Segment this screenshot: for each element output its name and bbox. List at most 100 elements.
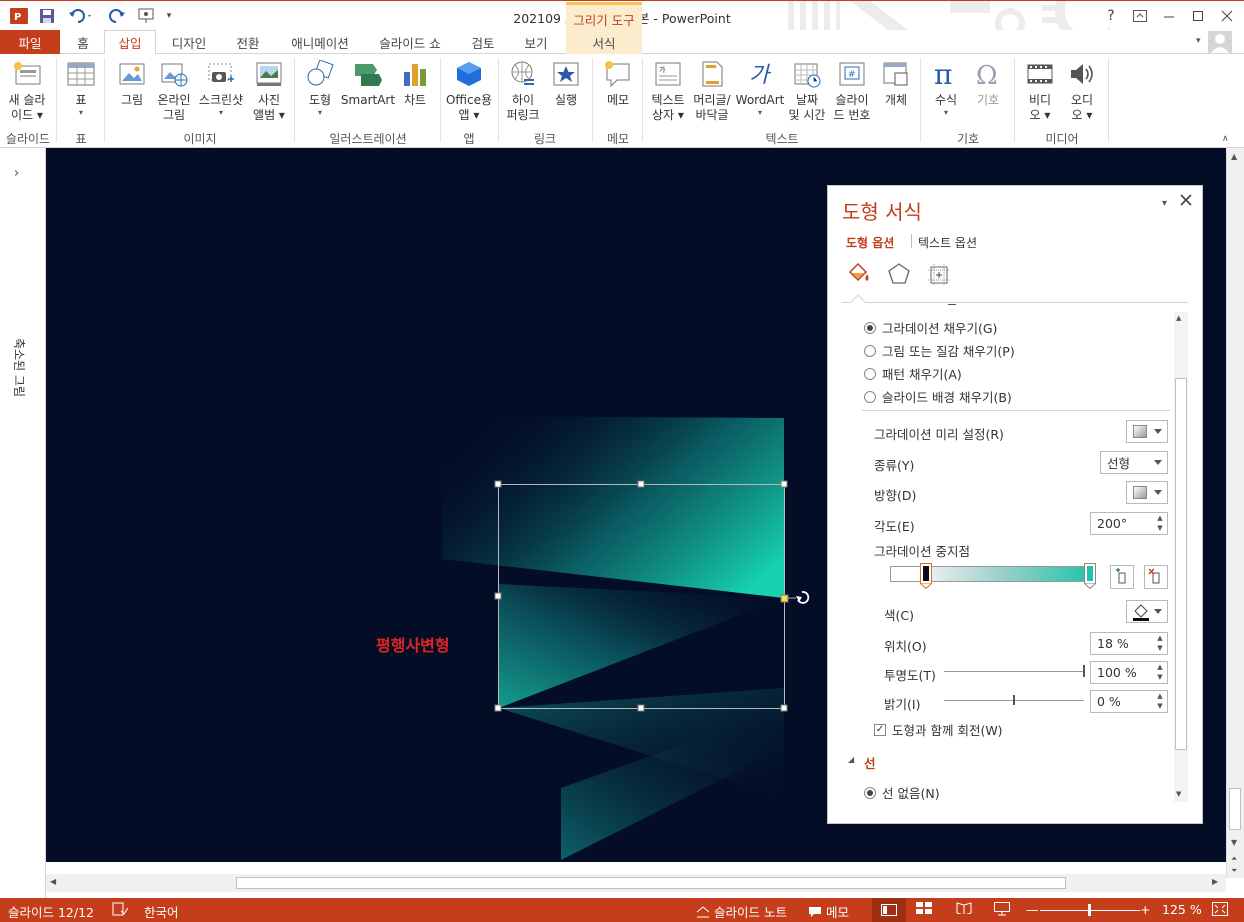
textbox-button[interactable]: 가 텍스트 상자 ▾	[646, 58, 690, 123]
video-button[interactable]: 비디 오 ▾	[1020, 58, 1060, 123]
collapse-ribbon-icon[interactable]: ∧	[1222, 134, 1229, 144]
wordart-button[interactable]: 가 WordArt ▾	[736, 58, 785, 117]
date-time-button[interactable]: 날짜 및 시간	[784, 58, 830, 123]
gradient-direction-dropdown[interactable]	[1126, 481, 1168, 504]
scroll-down-icon[interactable]: ▼	[1231, 838, 1237, 847]
ribbon-segment-top[interactable]	[442, 416, 784, 598]
chart-button[interactable]: 차트	[396, 58, 434, 108]
radio-no-line[interactable]: 선 없음(N)	[864, 783, 940, 802]
spin-up-icon[interactable]: ▲	[1156, 692, 1164, 701]
ribbon-display-options-icon[interactable]	[1127, 5, 1153, 27]
zoom-level[interactable]: 125 %	[1162, 902, 1202, 917]
section-collapse-icon[interactable]: ◢	[848, 755, 854, 764]
remove-gradient-stop-button[interactable]	[1144, 565, 1168, 589]
gradient-angle-spinner[interactable]: 200° ▲ ▼	[1090, 512, 1168, 535]
office-apps-button[interactable]: Office용 앱 ▾	[444, 58, 494, 123]
radio-slide-background-fill[interactable]: 슬라이드 배경 채우기(B)	[864, 387, 1012, 406]
customize-qat-icon[interactable]: ▾	[162, 6, 176, 26]
radio-gradient-fill[interactable]: 그라데이션 채우기(G)	[864, 318, 997, 337]
vertical-scrollbar[interactable]: ▲ ▼ ⏶ ⏷	[1226, 148, 1244, 878]
pane-scroll-down-icon[interactable]: ▼	[1176, 790, 1181, 798]
scroll-right-icon[interactable]: ▶	[1212, 877, 1218, 886]
pane-options-dropdown-icon[interactable]: ▾	[1162, 198, 1167, 209]
photo-album-button[interactable]: 사진 앨범 ▾	[248, 58, 290, 123]
radio-button[interactable]	[864, 321, 876, 334]
redo-icon[interactable]	[106, 6, 128, 26]
shapes-button[interactable]: 도형 ▾	[300, 58, 340, 117]
comments-toggle[interactable]: 메모	[808, 902, 849, 921]
spelling-check-icon[interactable]	[112, 902, 128, 916]
radio-button[interactable]	[864, 344, 876, 357]
comment-button[interactable]: 메모	[598, 58, 638, 108]
scroll-left-icon[interactable]: ◀	[50, 877, 56, 886]
screenshot-button[interactable]: 스크린샷 ▾	[196, 58, 246, 117]
transparency-slider-thumb[interactable]	[1083, 665, 1085, 677]
spin-down-icon[interactable]: ▼	[1156, 524, 1164, 533]
line-section-header[interactable]: 선	[864, 753, 876, 772]
transparency-slider[interactable]	[944, 671, 1084, 672]
tab-animations[interactable]: 애니메이션	[280, 30, 360, 54]
stop-position-spinner[interactable]: 18 % ▲ ▼	[1090, 632, 1168, 655]
symbol-button[interactable]: Ω 기호	[968, 58, 1008, 108]
transparency-spinner[interactable]: 100 % ▲ ▼	[1090, 661, 1168, 684]
scroll-up-icon[interactable]: ▲	[1231, 152, 1237, 161]
thumbnail-pane-collapsed[interactable]: › 축소된 그림	[0, 148, 46, 898]
normal-view-button[interactable]	[872, 898, 906, 922]
size-properties-icon[interactable]	[926, 262, 952, 286]
gradient-stop-end[interactable]	[1084, 563, 1096, 590]
header-footer-button[interactable]: 머리글/ 바닥글	[690, 58, 734, 123]
smartart-button[interactable]: SmartArt	[340, 58, 396, 108]
spin-up-icon[interactable]: ▲	[1156, 634, 1164, 643]
maximize-icon[interactable]	[1185, 5, 1211, 27]
radio-button[interactable]	[864, 367, 876, 380]
spin-up-icon[interactable]: ▲	[1156, 514, 1164, 523]
tab-slideshow[interactable]: 슬라이드 쇼	[366, 30, 454, 54]
save-icon[interactable]	[36, 6, 58, 26]
radio-pattern-fill[interactable]: 패턴 채우기(A)	[864, 364, 962, 383]
effects-pentagon-icon[interactable]	[886, 262, 912, 286]
close-pane-icon[interactable]	[1180, 194, 1192, 209]
tab-review[interactable]: 검토	[460, 30, 506, 54]
new-slide-button[interactable]: 새 슬라 이드 ▾	[4, 58, 50, 123]
pane-scrollbar[interactable]: ▲ ▼	[1174, 312, 1188, 802]
action-button[interactable]: 실행	[546, 58, 586, 108]
spin-up-icon[interactable]: ▲	[1156, 663, 1164, 672]
zoom-in-button[interactable]: +	[1140, 902, 1150, 917]
brightness-slider-thumb[interactable]	[1013, 695, 1015, 705]
tab-design[interactable]: 디자인	[162, 30, 216, 54]
brightness-spinner[interactable]: 0 % ▲ ▼	[1090, 690, 1168, 713]
zoom-slider-thumb[interactable]	[1088, 904, 1091, 916]
ribbon-segment-middle[interactable]	[499, 584, 784, 708]
table-button[interactable]: 표 ▾	[62, 58, 100, 117]
gradient-stop-selected[interactable]	[920, 563, 932, 590]
reading-view-button[interactable]	[956, 902, 972, 914]
tab-format[interactable]: 서식	[566, 30, 642, 54]
gradient-type-dropdown[interactable]: 선형	[1100, 451, 1168, 474]
tab-insert[interactable]: 삽입	[104, 30, 156, 55]
undo-icon[interactable]	[66, 6, 96, 26]
hyperlink-button[interactable]: 하이 퍼링크	[502, 58, 544, 123]
tab-transitions[interactable]: 전환	[224, 30, 272, 54]
zoom-out-button[interactable]: —	[1026, 902, 1039, 917]
radio-button[interactable]	[864, 786, 876, 799]
equation-button[interactable]: π 수식 ▾	[926, 58, 966, 117]
pane-scroll-thumb[interactable]	[1175, 378, 1187, 750]
fit-slide-button[interactable]	[1212, 902, 1228, 916]
slide-sorter-view-button[interactable]	[916, 902, 932, 914]
spin-down-icon[interactable]: ▼	[1156, 644, 1164, 653]
previous-slide-icon[interactable]: ⏶	[1231, 854, 1237, 864]
radio-button[interactable]	[864, 390, 876, 403]
slide-label-parallelogram[interactable]: 평행사변형	[376, 632, 450, 656]
fill-line-icon[interactable]	[846, 262, 872, 286]
avatar[interactable]	[1208, 31, 1232, 53]
pane-scroll-up-icon[interactable]: ▲	[1176, 314, 1181, 322]
notes-toggle[interactable]: 슬라이드 노트	[696, 902, 787, 921]
vertical-scroll-thumb[interactable]	[1229, 788, 1241, 830]
expand-thumbnails-icon[interactable]: ›	[14, 166, 19, 181]
tab-view[interactable]: 보기	[512, 30, 560, 54]
pictures-button[interactable]: 그림	[112, 58, 152, 108]
horizontal-scroll-thumb[interactable]	[236, 877, 1066, 889]
checkbox-checked-icon[interactable]: ✓	[874, 723, 886, 736]
stop-color-dropdown[interactable]	[1126, 600, 1168, 623]
radio-picture-texture-fill[interactable]: 그림 또는 질감 채우기(P)	[864, 341, 1015, 360]
